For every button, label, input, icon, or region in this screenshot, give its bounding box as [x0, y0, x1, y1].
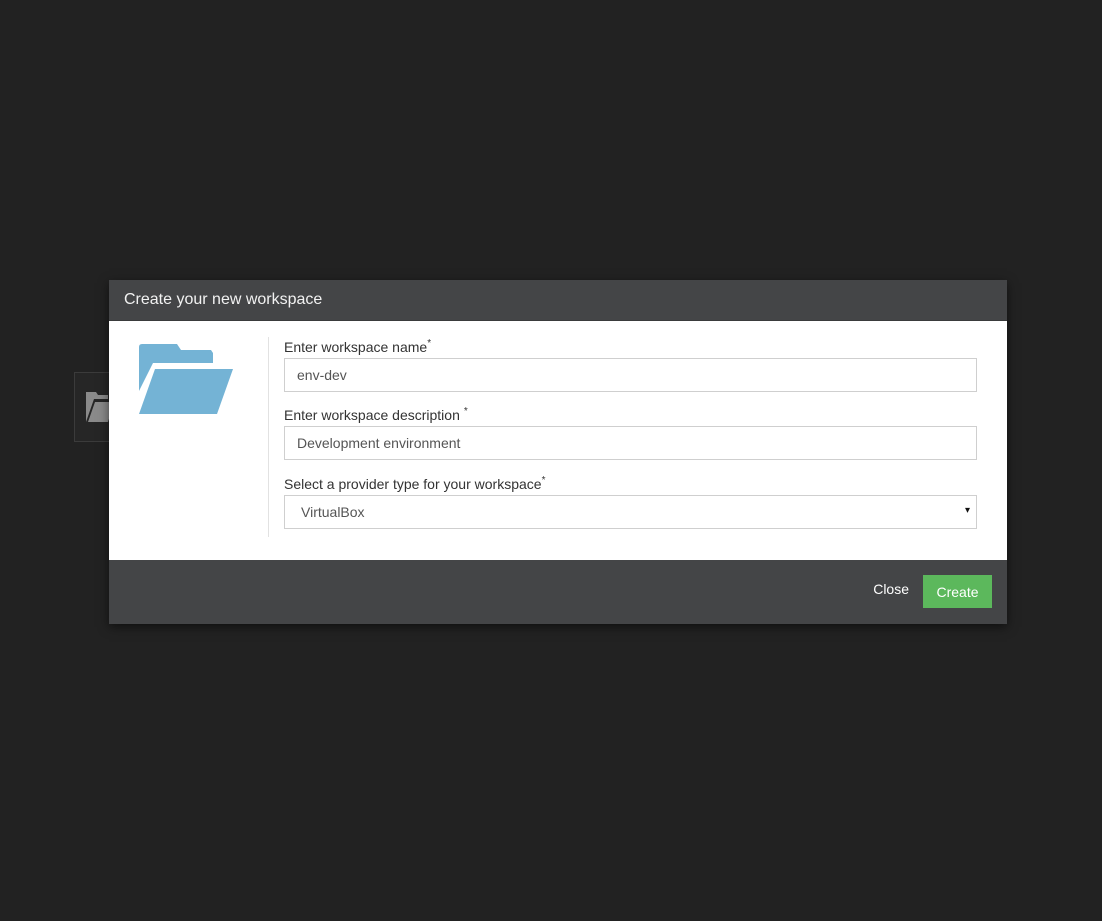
provider-selected-value: VirtualBox: [301, 504, 365, 520]
modal-header: Create your new workspace: [109, 280, 1007, 321]
workspace-name-input[interactable]: [284, 358, 977, 392]
modal-body: Enter workspace name* Enter workspace de…: [109, 321, 1007, 560]
modal-title: Create your new workspace: [124, 291, 323, 308]
required-mark: *: [463, 406, 468, 417]
create-button[interactable]: Create: [923, 575, 992, 608]
workspace-name-label: Enter workspace name*: [284, 338, 432, 355]
create-workspace-modal: Create your new workspace Enter workspac…: [109, 280, 1007, 624]
provider-type-select[interactable]: VirtualBox ▾: [284, 495, 977, 529]
modal-footer: Close Create: [109, 560, 1007, 624]
workspace-form: Enter workspace name* Enter workspace de…: [284, 338, 977, 544]
workspace-description-label: Enter workspace description *: [284, 406, 468, 423]
provider-type-label: Select a provider type for your workspac…: [284, 475, 546, 492]
dropdown-arrow-icon: ▾: [964, 505, 970, 516]
required-mark: *: [427, 338, 432, 349]
vertical-divider: [268, 337, 269, 537]
folder-open-icon: [139, 344, 233, 414]
provider-type-group: Select a provider type for your workspac…: [284, 475, 977, 529]
required-mark: *: [541, 475, 546, 486]
workspace-description-group: Enter workspace description *: [284, 406, 977, 460]
close-button[interactable]: Close: [873, 581, 909, 597]
workspace-description-input[interactable]: [284, 426, 977, 460]
workspace-name-group: Enter workspace name*: [284, 338, 977, 392]
